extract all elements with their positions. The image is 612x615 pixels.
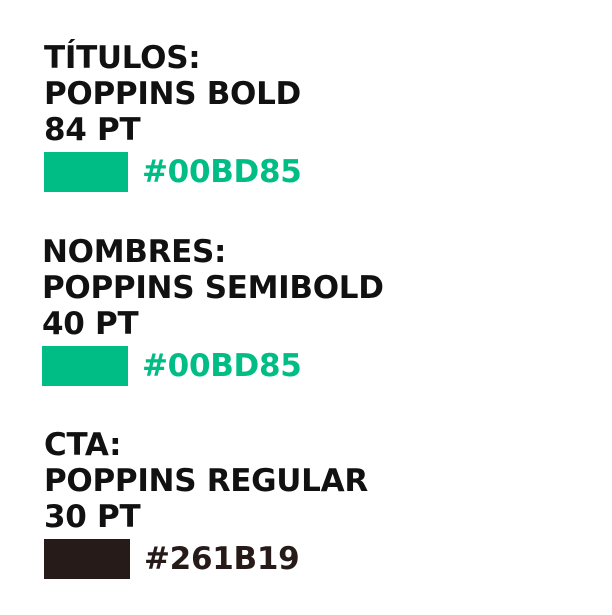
spec-font-size: 30 PT (44, 499, 141, 535)
spec-font-size: 84 PT (44, 112, 141, 148)
typography-spec-nombres: NOMBRES: POPPINS SEMIBOLD 40 PT #00BD85 (42, 234, 384, 386)
color-row: #00BD85 (42, 346, 384, 386)
spec-font-size: 40 PT (42, 306, 139, 342)
color-hex-label: #00BD85 (142, 154, 302, 190)
spec-font-name: POPPINS SEMIBOLD (42, 270, 384, 306)
color-swatch (44, 539, 130, 579)
spec-heading: NOMBRES: (42, 234, 227, 270)
spec-font-name: POPPINS REGULAR (44, 463, 368, 499)
spec-heading: CTA: (44, 427, 122, 463)
typography-spec-cta: CTA: POPPINS REGULAR 30 PT #261B19 (44, 427, 368, 579)
typography-spec-titulos: TÍTULOS: POPPINS BOLD 84 PT #00BD85 (44, 40, 302, 192)
color-hex-label: #261B19 (144, 541, 300, 577)
color-swatch (44, 152, 128, 192)
color-row: #00BD85 (44, 152, 302, 192)
color-swatch (42, 346, 128, 386)
color-row: #261B19 (44, 539, 368, 579)
color-hex-label: #00BD85 (142, 348, 302, 384)
spec-font-name: POPPINS BOLD (44, 76, 301, 112)
spec-heading: TÍTULOS: (44, 40, 201, 76)
